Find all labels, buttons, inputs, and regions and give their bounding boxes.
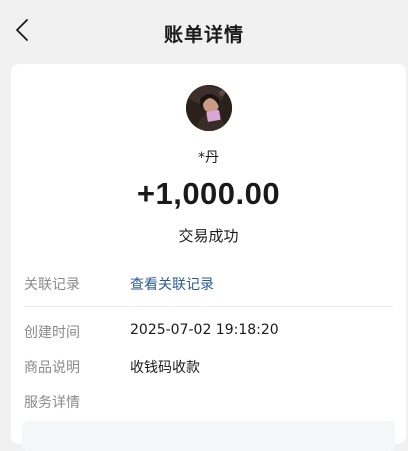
service-details-box[interactable] (22, 421, 395, 451)
bill-detail-card: *丹 +1,000.00 交易成功 关联记录 查看关联记录 创建时间 2025-… (11, 64, 406, 451)
service-details-label: 服务详情 (24, 395, 80, 411)
payer-name: *丹 (198, 150, 219, 166)
product-description-label: 商品说明 (24, 360, 80, 376)
view-related-records-link[interactable]: 查看关联记录 (130, 274, 214, 294)
header-bar: 账单详情 (0, 0, 408, 64)
page-title: 账单详情 (163, 24, 244, 46)
payer-avatar[interactable] (186, 85, 232, 131)
created-time-value: 2025-07-02 19:18:20 (130, 322, 279, 338)
created-time-label: 创建时间 (24, 325, 80, 341)
divider (24, 306, 393, 307)
transaction-status: 交易成功 (178, 227, 239, 245)
related-records-label: 关联记录 (24, 277, 80, 293)
product-description-value: 收钱码收款 (130, 360, 200, 376)
transaction-amount: +1,000.00 (136, 176, 281, 211)
